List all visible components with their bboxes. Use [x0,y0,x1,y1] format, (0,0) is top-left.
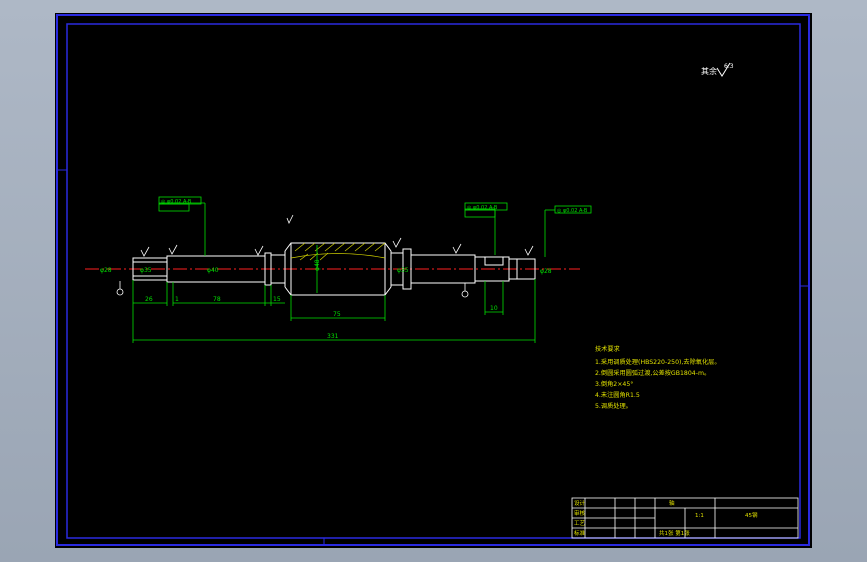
notes-item-2: 2.倒圆采用圆弧过渡,公差按GB1804-m。 [595,369,710,377]
tolerance-frame-1: ◎ φ0.02 A-B [158,196,202,212]
tolerance-frame-3-text: ◎ φ0.02 A-B [557,208,588,214]
dim-seg2-diameter: φ40 [207,267,219,274]
title-sheet-info: 共1张 第1张 [659,529,690,537]
datum-a-marker [116,281,124,296]
dim-len-total: 331 [327,333,339,340]
dim-len-75: 75 [333,311,341,318]
datum-b-marker [461,283,469,298]
shaft-collar-bottom [284,286,392,296]
collar-hatch [290,242,386,261]
notes-title: 技术要求 [595,345,620,353]
roughness-marks [140,214,534,257]
notes-item-1: 1.采用调质处理(HBS220-250),去除氧化层。 [595,358,721,366]
roughness-symbol-value: 6.3 [724,63,734,70]
dim-len-1: 1 [175,296,179,303]
dim-right-diameter: φ35 [397,267,409,274]
drawing-sheet: 其余 6.3 ◎ φ0.02 A-B ◎ φ0.02 A-B ◎ φ0.02 A… [55,13,812,548]
title-scale: 1:1 [695,513,704,519]
title-part-name: 轴 [669,499,675,507]
shaft-drawing: 其余 6.3 ◎ φ0.02 A-B ◎ φ0.02 A-B ◎ φ0.02 A… [56,14,810,546]
dim-len-78: 78 [213,296,221,303]
title-material: 45钢 [745,511,758,519]
tolerance-frame-1-text: ◎ φ0.02 A-B [161,199,192,205]
dim-len-26: 26 [145,296,153,303]
notes-item-5: 5.调质处理。 [595,402,632,410]
dim-right-end-diameter: φ28 [540,268,552,275]
cad-viewport: 其余 6.3 ◎ φ0.02 A-B ◎ φ0.02 A-B ◎ φ0.02 A… [0,0,867,562]
outer-border [56,14,810,546]
roughness-other-label: 其余 [701,66,717,76]
tolerance-frame-2: ◎ φ0.02 A-B [464,202,508,218]
dim-key-width: 10 [490,305,498,312]
dimension-lines [132,202,555,343]
tolerance-frame-2-text: ◎ φ0.02 A-B [467,205,498,211]
keyway [484,256,504,266]
dim-len-15: 15 [273,296,281,303]
title-row-review: 审核 [574,509,586,517]
title-row-design: 设计 [574,499,586,507]
dim-seg1-diameter: φ35 [140,267,152,274]
notes-item-3: 3.倒角2×45° [595,380,633,388]
notes-item-4: 4.未注圆角R1.5 [595,391,640,399]
title-row-standard: 标准 [574,529,586,537]
dim-collar-diameter: φ48 [314,259,321,271]
title-row-process: 工艺 [574,520,586,527]
inner-border [66,23,801,539]
tolerance-frame-3: ◎ φ0.02 A-B [554,205,592,214]
dim-left-diameter: φ28 [100,267,112,274]
shaft-collar-top [284,242,392,252]
